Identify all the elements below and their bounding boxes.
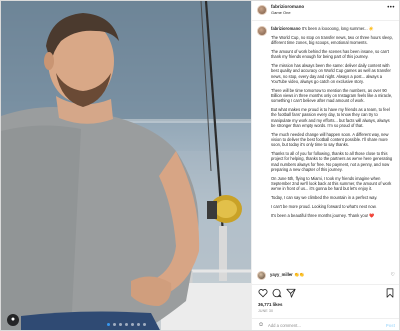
caption-paragraph: The amount of work behind the scenes has… [271,48,389,60]
carousel-indicator [1,323,251,326]
carousel-dot[interactable] [112,323,116,326]
comment-body: 👏👏 [294,272,305,277]
caption-paragraph: The World Cup, no stop on transfer news,… [271,34,393,46]
caption-text: It's been a looooong, long summer... ☀️ [301,26,374,31]
carousel-dot[interactable] [142,323,146,326]
caption-paragraph: Thanks to all of you for following, than… [271,151,393,173]
comments-section: fabrizioromano It's been a looooong, lon… [252,21,399,269]
post-sidebar: fabrizioromano Game One ••• fabrizioroma… [251,1,399,330]
more-dots-icon[interactable]: ••• [387,5,395,11]
photo-illustration [1,1,251,330]
comment-row: yayy_miller 👏👏 ♡ [257,271,397,283]
paper-plane-icon[interactable] [286,288,296,298]
bookmark-icon[interactable] [385,288,395,298]
instagram-post-modal: ● fabrizioromano Game One ••• fabrizioro… [0,0,400,331]
post-caption: fabrizioromano It's been a looooong, lon… [271,26,393,222]
post-date[interactable]: JUNE 30 [258,309,273,313]
carousel-dot[interactable] [136,323,140,326]
comment-text: yayy_miller 👏👏 [270,272,304,278]
comment-username[interactable]: yayy_miller [270,272,293,277]
caption-paragraph: There will be time tomorrow to mention t… [271,87,393,104]
carousel-dot[interactable] [118,323,122,326]
avatar[interactable] [257,26,267,36]
caption-paragraph: I can't be more proud. Looking forward t… [271,204,377,210]
caption-paragraph: The mission has always been the same: de… [271,62,391,84]
caption-paragraph: Today, I can say we climbed the mountain… [271,195,378,201]
caption-paragraph: The much needed change will happen soon.… [271,131,389,148]
smiley-icon[interactable]: ☺ [258,322,264,328]
post-photo[interactable]: ● [1,1,251,330]
add-comment-bar: ☺ Add a comment... Post [252,318,399,330]
post-location[interactable]: Game One [271,10,291,15]
post-author-username[interactable]: fabrizioromano [271,4,304,9]
post-comment-button[interactable]: Post [386,323,395,328]
likes-count[interactable]: 36,771 likes [258,302,282,307]
heart-outline-icon[interactable] [258,288,268,298]
carousel-dot[interactable] [124,323,128,326]
post-actions: 36,771 likes JUNE 30 ☺ Add a comment... … [252,284,399,330]
carousel-dot[interactable] [130,323,134,326]
carousel-dot[interactable] [106,323,110,326]
comment-input[interactable]: Add a comment... [268,323,301,328]
caption-paragraph: fabrizioromano It's been a looooong, lon… [271,26,393,31]
post-header: fabrizioromano Game One ••• [252,1,399,21]
avatar[interactable] [257,5,267,15]
caption-paragraph: On June 5th, flying to Miami, I took my … [271,175,392,192]
comment-bubble-icon[interactable] [272,288,282,298]
caption-username[interactable]: fabrizioromano [271,26,301,31]
caption-paragraph: But what makes me proud is to have my fr… [271,107,390,128]
avatar[interactable] [257,271,266,280]
heart-outline-icon[interactable]: ♡ [391,272,395,278]
caption-paragraph: It's been a beautiful three months journ… [271,212,375,218]
